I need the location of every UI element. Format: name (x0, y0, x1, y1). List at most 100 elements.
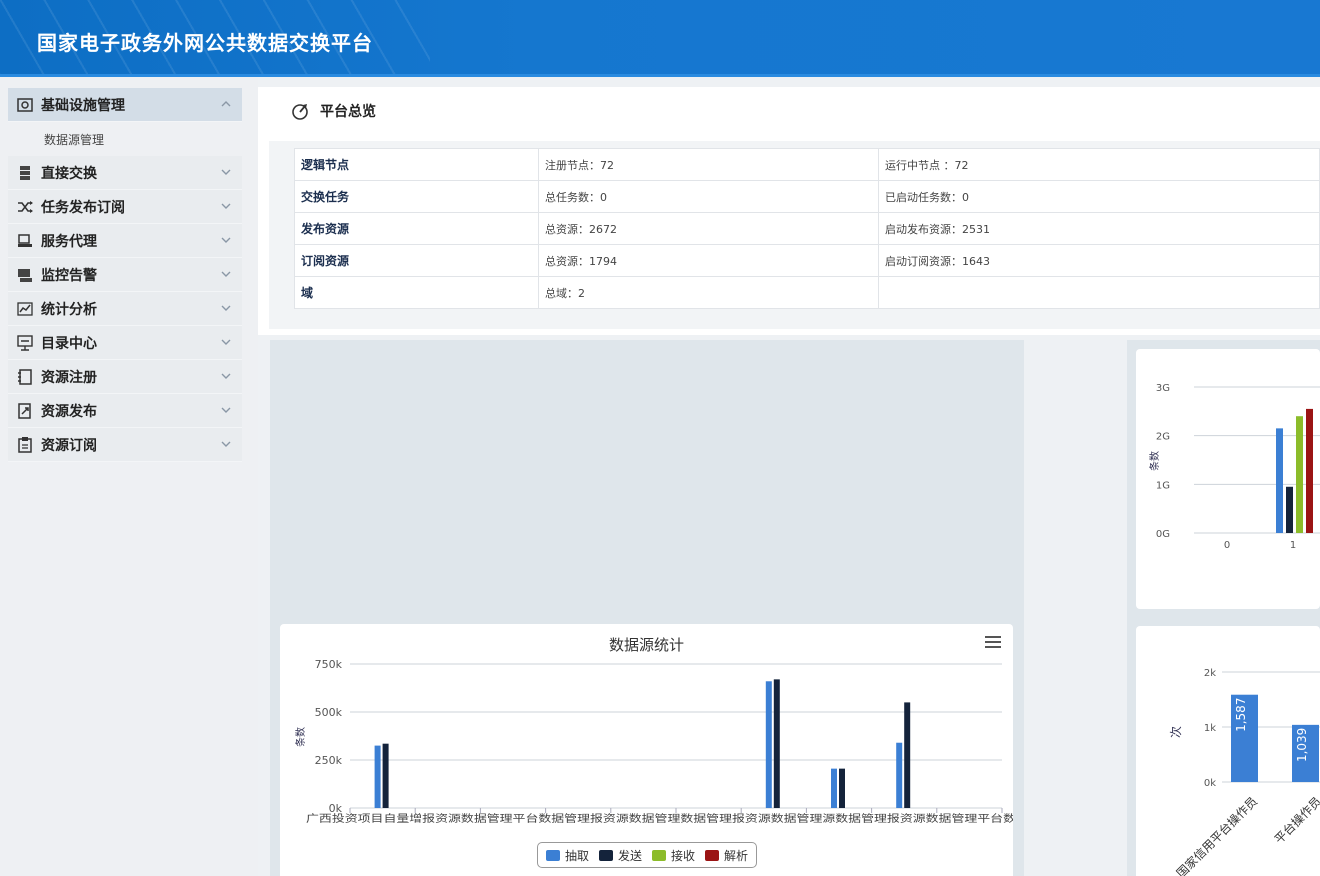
x-axis-labels: 广西投资项目自量增报资源数据管理平台数据管理报资源数据管理数据管理报资源数据管理… (306, 812, 1013, 825)
sidebar-item[interactable]: 统计分析 (8, 292, 242, 326)
data-label: 1,039 (1295, 728, 1309, 762)
chart-legend: 抽取 发送 接收 解析 (537, 842, 758, 868)
app-title: 国家电子政务外网公共数据交换平台 (37, 31, 373, 55)
chevron-down-icon[interactable] (220, 200, 232, 212)
stats-cell: 交换任务 (294, 180, 539, 213)
sidebar-item-label: 任务发布订阅 (41, 199, 125, 216)
stats-cell (878, 276, 1320, 309)
gauge-icon (292, 104, 308, 120)
operator-chart: 0k 1k 2k 次 1,587 1,039 国家信用平台操作员 平台操作员 (1169, 668, 1320, 876)
sidebar-item[interactable]: 资源订阅 (8, 428, 242, 462)
sidebar-item-label: 直接交换 (41, 165, 97, 182)
y-axis-title: 次 (1169, 726, 1183, 738)
stats-cell: 总任务数：0 (538, 180, 879, 213)
x-tick-label: 国家信用平台操作员 (1173, 794, 1260, 876)
chevron-down-icon[interactable] (220, 370, 232, 382)
sidebar-item[interactable]: 直接交换 (8, 156, 242, 190)
stats-cell: 订阅资源 (294, 244, 539, 277)
y-tick-label: 2G (1156, 432, 1170, 443)
register-notebook-icon (16, 368, 34, 386)
y-tick-label: 500k (315, 706, 343, 719)
stats-cell: 逻辑节点 (294, 148, 539, 181)
chevron-up-icon[interactable] (220, 98, 232, 110)
chevron-down-icon[interactable] (220, 336, 232, 348)
y-tick-label: 2k (1204, 668, 1216, 679)
stats-cell: 域 (294, 276, 539, 309)
sidebar-nav: 基础设施管理 数据源管理直接交换任务发布订阅 服务代理监控告警统计分析目录中心资源注… (8, 88, 242, 462)
bar-抽取 (831, 768, 837, 808)
sidebar-item[interactable]: 资源发布 (8, 394, 242, 428)
legend-label: 抽取 (565, 848, 590, 863)
stats-cell: 启动订阅资源：1643 (878, 244, 1320, 277)
clipboard-icon (16, 436, 34, 454)
stats-cell: 注册节点：72 (538, 148, 879, 181)
stats-row: 逻辑节点 注册节点：72 运行中节点 ：72 (294, 148, 1320, 181)
sidebar-item[interactable]: 任务发布订阅 (8, 190, 242, 224)
chevron-down-icon[interactable] (220, 302, 232, 314)
legend-item[interactable]: 抽取 (546, 847, 589, 864)
stats-cell: 已启动任务数：0 (878, 180, 1320, 213)
y-tick-label: 0G (1156, 529, 1170, 540)
stats-row: 订阅资源 总资源：1794 启动订阅资源：1643 (294, 244, 1320, 277)
stats-cell: 运行中节点 ：72 (878, 148, 1320, 181)
legend-item[interactable]: 发送 (599, 847, 642, 864)
database-stack-icon (16, 164, 34, 182)
stats-row: 域总域：2 (294, 276, 1320, 309)
x-tick-label: 平台操作员 (1271, 794, 1320, 847)
sidebar-item[interactable]: 目录中心 (8, 326, 242, 360)
bar-发送 (773, 679, 780, 808)
catalog-board-icon (16, 334, 34, 352)
overview-title: 平台总览 (320, 104, 376, 120)
sidebar-item-label: 统计分析 (41, 301, 97, 318)
bar-发送 (904, 702, 911, 808)
sidebar-item[interactable]: 基础设施管理 (8, 88, 242, 122)
monitor-alarm-icon (16, 266, 34, 284)
x-tick-label: 1 (1290, 540, 1296, 551)
x-tick-label: 0 (1224, 540, 1230, 551)
sidebar-item-label: 目录中心 (41, 335, 97, 352)
sidebar-item-label: 服务代理 (41, 233, 97, 250)
sidebar-item[interactable]: 服务代理 (8, 224, 242, 258)
shuffle-icon (16, 198, 34, 216)
bar-发送 (839, 768, 845, 808)
sidebar-item[interactable]: 资源注册 (8, 360, 242, 394)
legend-label: 解析 (724, 848, 749, 863)
sidebar-item[interactable]: 监控告警 (8, 258, 242, 292)
sidebar-subitem[interactable]: 数据源管理 (8, 122, 242, 156)
bar-抽取 (374, 745, 381, 808)
legend-item[interactable]: 接收 (652, 847, 695, 864)
y-tick-label: 0k (1204, 778, 1216, 789)
datasource-chart: 0k250k500k750k条数广西投资项目自量增报资源数据管理平台数据管理报资… (294, 658, 1013, 825)
data-label: 1,587 (1234, 698, 1248, 732)
legend-swatch (546, 849, 560, 861)
overview-header: 平台总览 (290, 101, 376, 121)
sidebar-item-label: 资源注册 (41, 369, 97, 386)
sidebar-item-label: 资源订阅 (41, 437, 97, 454)
bar-发送 (382, 743, 389, 808)
chevron-down-icon[interactable] (220, 404, 232, 416)
server-panel-icon (16, 96, 34, 114)
stats-cell: 发布资源 (294, 212, 539, 245)
stats-cell: 启动发布资源：2531 (878, 212, 1320, 245)
y-tick-label: 1G (1156, 480, 1170, 491)
y-axis-title: 条数 (1148, 451, 1161, 471)
legend-item[interactable]: 解析 (705, 847, 748, 864)
chevron-down-icon[interactable] (220, 268, 232, 280)
operator-chart-card: 0k 1k 2k 次 1,587 1,039 国家信用平台操作员 平台操作员 (1127, 618, 1320, 876)
stats-cell: 总资源：1794 (538, 244, 879, 277)
chevron-down-icon[interactable] (220, 234, 232, 246)
sidebar-item-label: 资源发布 (41, 403, 97, 420)
traffic-chart: 0G 1G 2G 3G 条数 0 1 (1148, 383, 1320, 551)
agent-desk-icon (16, 232, 34, 250)
sidebar: 基础设施管理 数据源管理直接交换任务发布订阅 服务代理监控告警统计分析目录中心资源注… (0, 77, 258, 876)
bar-抽取 (1276, 428, 1283, 533)
bar-抽取 (896, 742, 903, 808)
legend-swatch (705, 849, 720, 861)
bar-抽取 (765, 681, 772, 808)
datasource-chart-card: 数据源统计 0k 250k 500k 750k 条数 广西投资项目自量增报资源数据管理平台… (280, 624, 1013, 876)
stats-cell: 总域：2 (538, 276, 879, 309)
chevron-down-icon[interactable] (220, 166, 232, 178)
chevron-down-icon[interactable] (220, 438, 232, 450)
legend-swatch (652, 849, 667, 861)
bar-发送 (1286, 486, 1293, 533)
